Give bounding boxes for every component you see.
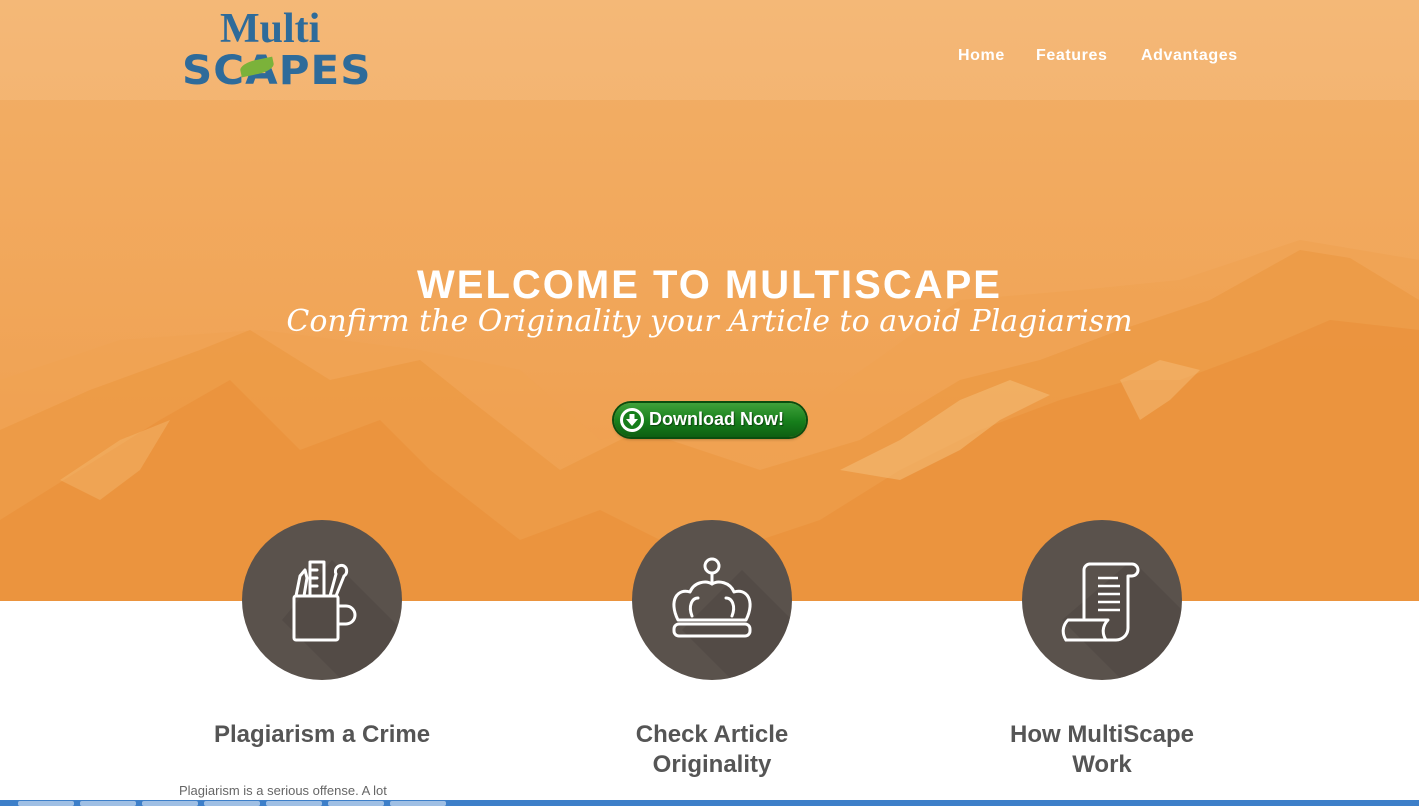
logo-text-bottom: SCAPES: [182, 48, 372, 94]
feature-title: How MultiScape Work: [952, 720, 1252, 780]
taskbar: [0, 800, 1419, 806]
scroll-document-icon: [1061, 562, 1140, 642]
feature-description: Plagiarism is a serious offense. A lot: [179, 783, 387, 798]
feature-title-line: Originality: [652, 751, 772, 778]
feature-icon-circle: [1022, 520, 1182, 680]
feature-title-line: Plagiarism a Crime: [213, 721, 431, 748]
hero-subtitle: Confirm the Originality your Article to …: [286, 304, 1133, 339]
taskbar-item[interactable]: [328, 801, 384, 806]
nav-home[interactable]: Home: [958, 47, 1005, 65]
taskbar-item[interactable]: [80, 801, 136, 806]
nav-advantages[interactable]: Advantages: [1141, 47, 1238, 65]
feature-title-line: Work: [1072, 751, 1132, 778]
taskbar-item[interactable]: [266, 801, 322, 806]
taskbar-item[interactable]: [390, 801, 446, 806]
download-arrow-icon: [620, 408, 644, 432]
logo-text-top: Multi: [220, 6, 321, 52]
crown-icon: [672, 557, 752, 638]
download-button-label: Download Now!: [649, 409, 784, 429]
feature-icon-circle: [632, 520, 792, 680]
hero-title: WELCOME TO MULTISCAPE: [417, 263, 1002, 307]
feature-title: Plagiarism a Crime: [172, 720, 472, 750]
download-button[interactable]: Download Now!: [614, 403, 806, 437]
feature-title-line: Check Article: [635, 721, 789, 748]
feature-icon-circle: [242, 520, 402, 680]
nav-features[interactable]: Features: [1036, 47, 1108, 65]
logo[interactable]: Multi SCAPES: [182, 4, 382, 100]
taskbar-item[interactable]: [142, 801, 198, 806]
taskbar-item[interactable]: [18, 801, 74, 806]
taskbar-item[interactable]: [204, 801, 260, 806]
pencil-cup-icon: [292, 560, 357, 642]
feature-title-line: How MultiScape: [1009, 721, 1195, 748]
feature-title: Check Article Originality: [562, 720, 862, 780]
